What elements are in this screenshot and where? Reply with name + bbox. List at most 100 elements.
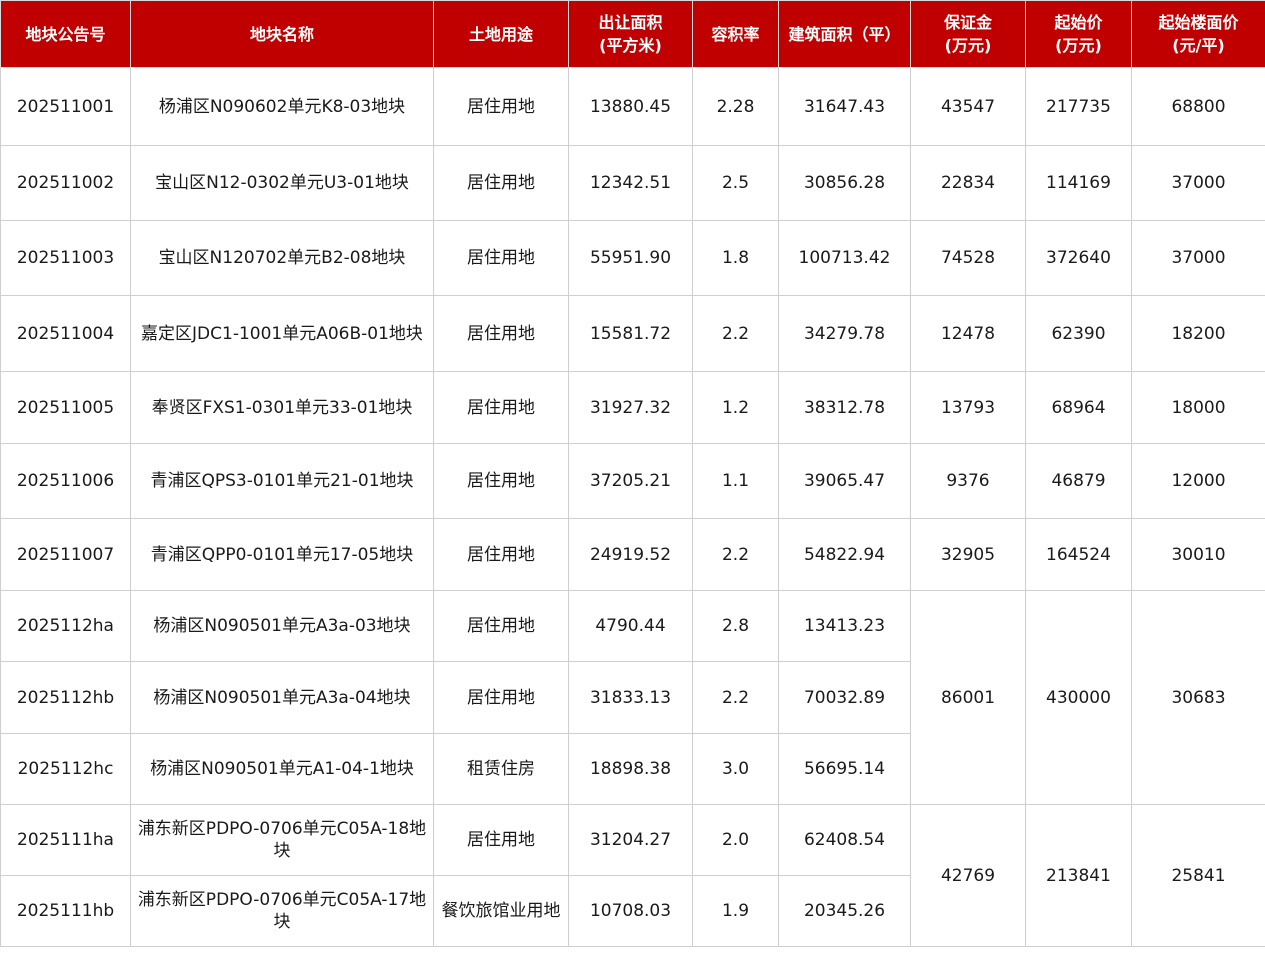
cell-plot-name: 奉贤区FXS1-0301单元33-01地块 (130, 371, 434, 444)
cell-plot-name: 杨浦区N090501单元A3a-04地块 (130, 661, 434, 734)
cell-land-area: 55951.90 (568, 220, 693, 296)
cell-plot-id: 2025112hb (0, 661, 131, 734)
cell-plot-ratio: 3.0 (692, 733, 779, 805)
cell-land-use: 居住用地 (433, 220, 569, 296)
cell-plot-ratio: 1.8 (692, 220, 779, 296)
cell-land-area: 4790.44 (568, 590, 693, 662)
cell-floor-price: 37000 (1131, 145, 1265, 221)
cell-floor-price: 37000 (1131, 220, 1265, 296)
cell-land-use: 居住用地 (433, 295, 569, 372)
header-floor-area: 建筑面积（平） (778, 0, 911, 68)
table-row: 2025112ha 杨浦区N090501单元A3a-03地块 居住用地 4790… (0, 590, 1265, 805)
cell-start-price-merged: 213841 (1025, 804, 1132, 947)
cell-floor-area: 34279.78 (778, 295, 911, 372)
cell-plot-ratio: 2.2 (692, 295, 779, 372)
cell-plot-name: 青浦区QPS3-0101单元21-01地块 (130, 443, 434, 519)
cell-deposit: 32905 (910, 518, 1026, 591)
cell-floor-price: 18200 (1131, 295, 1265, 372)
cell-plot-id: 2025111hb (0, 875, 131, 947)
cell-plot-name: 宝山区N12-0302单元U3-01地块 (130, 145, 434, 221)
table-row: 202511006 青浦区QPS3-0101单元21-01地块 居住用地 372… (0, 443, 1265, 519)
cell-plot-id: 2025112hc (0, 733, 131, 805)
cell-floor-price-merged: 25841 (1131, 804, 1265, 947)
table-row: 202511003 宝山区N120702单元B2-08地块 居住用地 55951… (0, 220, 1265, 296)
cell-land-area: 37205.21 (568, 443, 693, 519)
cell-plot-name: 杨浦区N090602单元K8-03地块 (130, 67, 434, 146)
cell-floor-price: 18000 (1131, 371, 1265, 444)
cell-plot-ratio: 2.2 (692, 518, 779, 591)
cell-plot-name: 青浦区QPP0-0101单元17-05地块 (130, 518, 434, 591)
cell-land-use: 居住用地 (433, 145, 569, 221)
cell-deposit: 74528 (910, 220, 1026, 296)
cell-plot-id: 202511006 (0, 443, 131, 519)
cell-floor-area: 56695.14 (778, 733, 911, 805)
cell-deposit-merged: 86001 (910, 590, 1026, 805)
cell-start-price: 217735 (1025, 67, 1132, 146)
header-start-price: 起始价 (万元) (1025, 0, 1132, 68)
cell-deposit: 12478 (910, 295, 1026, 372)
cell-floor-area: 70032.89 (778, 661, 911, 734)
cell-land-use: 餐饮旅馆业用地 (433, 875, 569, 947)
cell-land-area: 15581.72 (568, 295, 693, 372)
cell-plot-id: 202511002 (0, 145, 131, 221)
cell-plot-id: 2025111ha (0, 804, 131, 876)
header-floor-price: 起始楼面价 (元/平) (1131, 0, 1265, 68)
cell-plot-ratio: 2.2 (692, 661, 779, 734)
table-row: 202511001 杨浦区N090602单元K8-03地块 居住用地 13880… (0, 67, 1265, 146)
cell-plot-id: 202511007 (0, 518, 131, 591)
cell-land-area: 13880.45 (568, 67, 693, 146)
cell-start-price: 68964 (1025, 371, 1132, 444)
cell-deposit-merged: 42769 (910, 804, 1026, 947)
table-row: 202511007 青浦区QPP0-0101单元17-05地块 居住用地 249… (0, 518, 1265, 591)
cell-land-area: 31204.27 (568, 804, 693, 876)
cell-deposit: 13793 (910, 371, 1026, 444)
cell-plot-id: 202511004 (0, 295, 131, 372)
cell-land-area: 12342.51 (568, 145, 693, 221)
cell-land-use: 居住用地 (433, 67, 569, 146)
cell-plot-ratio: 2.5 (692, 145, 779, 221)
cell-plot-ratio: 2.28 (692, 67, 779, 146)
cell-plot-id: 202511005 (0, 371, 131, 444)
cell-plot-id: 2025112ha (0, 590, 131, 662)
cell-plot-name: 杨浦区N090501单元A1-04-1地块 (130, 733, 434, 805)
cell-floor-area: 100713.42 (778, 220, 911, 296)
cell-floor-area: 31647.43 (778, 67, 911, 146)
cell-floor-area: 62408.54 (778, 804, 911, 876)
cell-land-area: 31927.32 (568, 371, 693, 444)
cell-floor-area: 38312.78 (778, 371, 911, 444)
table-row: 202511002 宝山区N12-0302单元U3-01地块 居住用地 1234… (0, 145, 1265, 221)
cell-floor-area: 30856.28 (778, 145, 911, 221)
table-row: 202511004 嘉定区JDC1-1001单元A06B-01地块 居住用地 1… (0, 295, 1265, 372)
cell-land-use: 居住用地 (433, 804, 569, 876)
cell-start-price: 372640 (1025, 220, 1132, 296)
cell-land-use: 居住用地 (433, 661, 569, 734)
cell-deposit: 22834 (910, 145, 1026, 221)
header-plot-ratio: 容积率 (692, 0, 779, 68)
cell-land-area: 31833.13 (568, 661, 693, 734)
cell-deposit: 43547 (910, 67, 1026, 146)
cell-land-use: 租赁住房 (433, 733, 569, 805)
land-auction-table: 地块公告号 地块名称 土地用途 出让面积 (平方米) 容积率 建筑面积（平） 保证… (0, 0, 1265, 947)
header-plot-name: 地块名称 (130, 0, 434, 68)
cell-plot-name: 浦东新区PDPO-0706单元C05A-18地块 (130, 804, 434, 876)
header-row: 地块公告号 地块名称 土地用途 出让面积 (平方米) 容积率 建筑面积（平） 保证… (0, 0, 1265, 68)
cell-land-use: 居住用地 (433, 371, 569, 444)
cell-floor-area: 54822.94 (778, 518, 911, 591)
cell-plot-id: 202511003 (0, 220, 131, 296)
cell-land-use: 居住用地 (433, 518, 569, 591)
cell-floor-area: 20345.26 (778, 875, 911, 947)
table-row: 2025111ha 浦东新区PDPO-0706单元C05A-18地块 居住用地 … (0, 804, 1265, 947)
cell-plot-ratio: 1.9 (692, 875, 779, 947)
cell-plot-name: 嘉定区JDC1-1001单元A06B-01地块 (130, 295, 434, 372)
cell-floor-price: 30010 (1131, 518, 1265, 591)
cell-plot-name: 宝山区N120702单元B2-08地块 (130, 220, 434, 296)
cell-plot-ratio: 1.2 (692, 371, 779, 444)
cell-plot-name: 浦东新区PDPO-0706单元C05A-17地块 (130, 875, 434, 947)
cell-floor-price: 68800 (1131, 67, 1265, 146)
cell-floor-area: 39065.47 (778, 443, 911, 519)
cell-plot-ratio: 1.1 (692, 443, 779, 519)
cell-land-use: 居住用地 (433, 443, 569, 519)
cell-plot-ratio: 2.8 (692, 590, 779, 662)
cell-floor-price: 12000 (1131, 443, 1265, 519)
cell-deposit: 9376 (910, 443, 1026, 519)
